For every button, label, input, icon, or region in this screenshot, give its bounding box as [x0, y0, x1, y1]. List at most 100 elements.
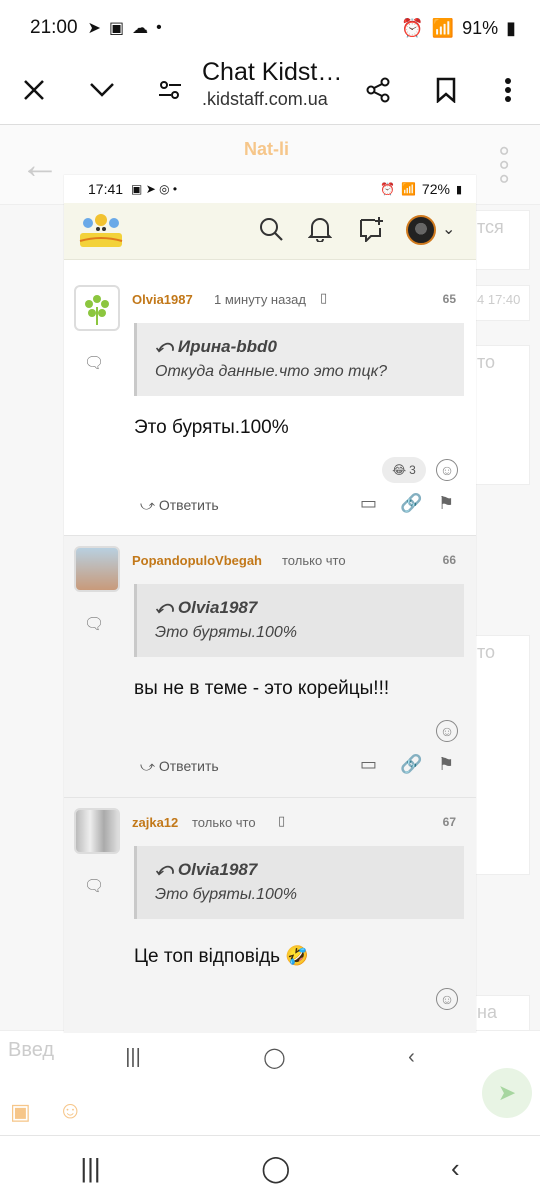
- emoji-icon[interactable]: ☺: [58, 1097, 83, 1125]
- comment-icon[interactable]: ▭: [360, 754, 377, 775]
- send-icon[interactable]: ➤: [482, 1068, 532, 1118]
- recent-apps-icon[interactable]: |||: [80, 1153, 100, 1184]
- quote-arrow-icon: ⤺: [155, 598, 178, 617]
- inner-status-bar: 17:41 ▣ ➤ ◎ • ⏰ 📶 72% ▮: [64, 175, 476, 203]
- home-icon[interactable]: ◯: [263, 1045, 285, 1070]
- bookmark-icon[interactable]: [424, 68, 468, 112]
- quote-author[interactable]: ⤺ Olvia1987: [155, 860, 464, 880]
- message-input[interactable]: Введ: [8, 1039, 54, 1062]
- mobile-icon: ▯: [278, 813, 286, 828]
- chat-snippet: то: [477, 642, 496, 662]
- home-icon[interactable]: ◯: [261, 1153, 290, 1184]
- post-quote: ⤺ Olvia1987 Это буряты.100%: [134, 846, 464, 919]
- flag-icon[interactable]: ⚑: [438, 754, 454, 775]
- avatar[interactable]: [74, 285, 120, 331]
- site-logo[interactable]: [76, 211, 126, 251]
- status-bar: 21:00 ➤ ▣ ☁ • ⏰ 📶 91% ▮: [0, 0, 540, 56]
- chat-bubble: на: [470, 995, 530, 1035]
- inner-system-nav: ||| ◯ ‹: [64, 1033, 476, 1081]
- post-number[interactable]: 65: [443, 292, 456, 306]
- custom-tab-header: Chat Kidst… .kidstaff.com.ua: [0, 56, 540, 124]
- close-icon[interactable]: [12, 68, 56, 112]
- cloud-icon: ☁: [132, 20, 149, 37]
- chat-bubbles-icon[interactable]: 🗨: [84, 353, 104, 373]
- post-number[interactable]: 66: [443, 553, 456, 567]
- recent-apps-icon[interactable]: |||: [125, 1046, 141, 1069]
- chat-bubble: тся: [470, 210, 530, 270]
- post-author[interactable]: zajka12: [132, 815, 178, 830]
- wifi-icon: 📶: [400, 182, 416, 196]
- quote-arrow-icon: ⤺: [155, 860, 178, 879]
- forum-post: 🗨 Olvia1987 1 минуту назад ▯ 65 ⤺ Ирина-…: [64, 275, 476, 536]
- chat-snippet: 4 17:40: [477, 292, 521, 307]
- search-icon[interactable]: [258, 216, 284, 249]
- camera-icon[interactable]: ▣: [10, 1099, 31, 1125]
- chat-bubble: 4 17:40: [470, 285, 530, 321]
- quote-author-name: Olvia1987: [177, 860, 258, 879]
- quote-arrow-icon: ⤺: [155, 337, 178, 356]
- avatar[interactable]: [74, 808, 120, 854]
- battery-icon: ▮: [506, 17, 516, 38]
- chat-bubbles-icon[interactable]: 🗨: [84, 876, 104, 896]
- flag-icon[interactable]: ⚑: [438, 493, 454, 514]
- post-time: только что: [282, 553, 346, 568]
- reaction-count: 3: [409, 463, 416, 477]
- inner-notification-icons: ▣ ➤ ◎ •: [131, 182, 178, 196]
- reaction-badge[interactable]: 😂 3: [382, 457, 426, 483]
- post-text: Это буряты.100%: [134, 417, 289, 438]
- comment-icon[interactable]: ▭: [360, 493, 377, 514]
- post-time: только что: [192, 815, 256, 830]
- post-text: вы не в теме - это корейцы!!!: [134, 678, 390, 699]
- post-author[interactable]: Olvia1987: [132, 292, 193, 307]
- avatar[interactable]: [74, 546, 120, 592]
- tab-url: .kidstaff.com.ua: [202, 89, 328, 109]
- reply-label: Ответить: [158, 758, 219, 774]
- reply-button[interactable]: ⤻ Ответить: [140, 497, 219, 514]
- post-author[interactable]: PopandopuloVbegah: [132, 553, 262, 568]
- chat-snippet: на: [477, 1002, 497, 1022]
- forum-post: 🗨 PopandopuloVbegah только что 66 ⤺ Olvi…: [64, 536, 476, 798]
- quote-text: Это буряты.100%: [155, 624, 297, 641]
- post-number[interactable]: 67: [443, 815, 456, 829]
- share-icon[interactable]: [356, 68, 400, 112]
- bell-icon[interactable]: [307, 216, 333, 249]
- chat-bubble: то: [470, 635, 530, 875]
- tune-icon[interactable]: [148, 68, 192, 112]
- user-avatar[interactable]: [406, 215, 436, 245]
- wifi-icon: 📶: [431, 17, 455, 38]
- tab-title-block[interactable]: Chat Kidst… .kidstaff.com.ua: [202, 56, 342, 110]
- back-icon[interactable]: ‹: [408, 1046, 415, 1069]
- more-vert-icon[interactable]: ∘ ∘ ∘: [496, 137, 512, 191]
- quote-author[interactable]: ⤺ Olvia1987: [155, 598, 464, 618]
- dot-icon: •: [156, 19, 162, 36]
- chat-snippet: тся: [477, 217, 504, 237]
- chevron-down-icon[interactable]: ⌄: [442, 219, 455, 239]
- add-reaction-icon[interactable]: ☺: [436, 459, 458, 481]
- post-quote: ⤺ Ирина-bbd0 Откуда данные.что это тцк?: [134, 323, 464, 396]
- chat-bubble: то: [470, 345, 530, 485]
- gallery-icon: ▣: [108, 20, 125, 37]
- reply-arrow-icon: ⤻: [140, 758, 159, 774]
- chat-bubbles-icon[interactable]: 🗨: [84, 614, 104, 634]
- back-arrow-icon[interactable]: ←: [20, 143, 60, 188]
- back-icon[interactable]: ‹: [451, 1153, 460, 1184]
- quote-text: Откуда данные.что это тцк?: [155, 363, 388, 380]
- reply-arrow-icon: ⤻: [140, 497, 159, 513]
- reply-button[interactable]: ⤻ Ответить: [140, 758, 219, 775]
- add-reaction-icon[interactable]: ☺: [436, 720, 458, 742]
- post-time: 1 минуту назад: [214, 292, 306, 307]
- notification-icons: ➤ ▣ ☁ •: [88, 18, 162, 38]
- chat-partner-name: Nat-li: [244, 139, 289, 159]
- telegram-icon: ➤: [87, 20, 101, 37]
- status-time: 21:00: [30, 17, 78, 38]
- quote-author-name: Ирина-bbd0: [177, 337, 277, 356]
- quote-author[interactable]: ⤺ Ирина-bbd0: [155, 337, 464, 357]
- link-icon[interactable]: 🔗: [400, 493, 422, 514]
- add-reaction-icon[interactable]: ☺: [436, 988, 458, 1010]
- more-vert-icon[interactable]: [486, 68, 530, 112]
- battery-level: 91%: [462, 17, 499, 38]
- link-icon[interactable]: 🔗: [400, 754, 422, 775]
- new-message-icon[interactable]: [358, 216, 384, 249]
- chevron-down-icon[interactable]: [80, 68, 124, 112]
- lock-icon: ▮: [455, 183, 462, 196]
